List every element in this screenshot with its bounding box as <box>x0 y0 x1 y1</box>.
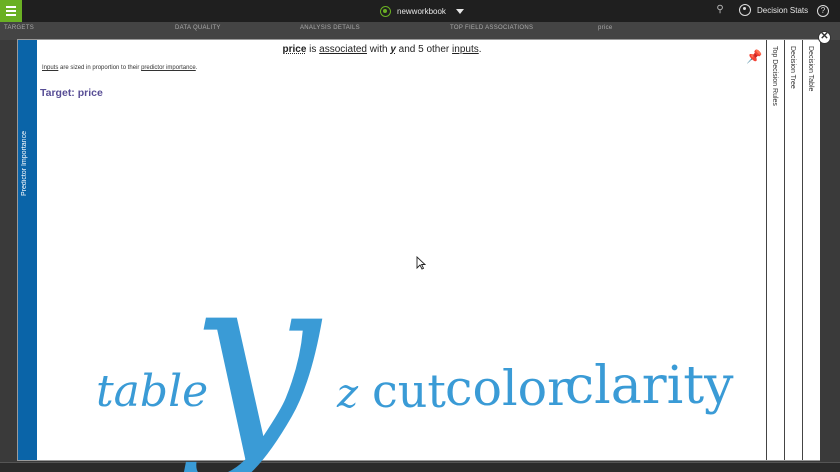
tab-label: Top Decision Rules <box>771 46 778 106</box>
workbook-name: newworkbook <box>397 6 446 16</box>
predictor-importance-modal: Predictor Importance price is associated… <box>17 39 821 472</box>
note-text: are sized in proportion to their <box>58 65 142 71</box>
headline-target-link[interactable]: price <box>282 44 306 55</box>
workbook-icon <box>380 5 391 17</box>
user-avatar-icon <box>739 4 751 16</box>
word-clarity[interactable]: clarity <box>565 360 734 412</box>
background-tile-top-field-associations: TOP FIELD ASSOCIATIONS <box>450 25 534 31</box>
predictor-importance-link[interactable]: predictor importance <box>141 65 196 71</box>
workbook-selector[interactable]: newworkbook <box>380 4 464 18</box>
background-bottom-strip <box>0 462 840 472</box>
app-top-bar: newworkbook ⚲ Decision Stats ? <box>0 0 840 22</box>
headline-text: with <box>366 44 391 55</box>
pin-icon[interactable]: 📌 <box>746 49 762 65</box>
background-tile-price: price <box>598 25 613 31</box>
tab-label: Decision Tree <box>789 46 796 89</box>
chevron-down-icon[interactable] <box>455 8 464 14</box>
background-tile-targets: TARGETS <box>4 25 34 31</box>
user-name: Decision Stats <box>757 5 809 15</box>
word-cut[interactable]: cut <box>372 368 446 414</box>
background-panel-strip <box>0 22 840 40</box>
tab-decision-table[interactable]: Decision Table <box>802 40 820 460</box>
predictor-importance-tab-label: Predictor Importance <box>21 131 28 196</box>
hamburger-menu-icon[interactable] <box>0 0 22 22</box>
word-z[interactable]: z <box>337 374 358 414</box>
headline-inputs-link[interactable]: inputs <box>452 44 479 55</box>
inputs-link[interactable]: Inputs <box>42 65 58 71</box>
headline-associated-link[interactable]: associated <box>319 44 367 55</box>
help-icon[interactable]: ? <box>817 5 829 17</box>
word-y[interactable]: y <box>190 244 320 472</box>
size-explanation-note: Inputs are sized in proportion to their … <box>42 65 197 71</box>
pin-icon[interactable]: ⚲ <box>714 4 726 18</box>
association-headline: price is associated with y and 5 other i… <box>118 44 646 55</box>
word-color[interactable]: color <box>445 364 571 413</box>
headline-text: and 5 other <box>395 44 453 55</box>
right-tab-strip: Top Decision Rules Decision Tree Decisio… <box>766 40 821 460</box>
headline-text: is <box>306 44 320 55</box>
tab-decision-tree[interactable]: Decision Tree <box>784 40 802 460</box>
headline-text: . <box>478 44 482 55</box>
predictor-importance-tab[interactable]: Predictor Importance <box>18 40 37 460</box>
user-menu[interactable]: Decision Stats <box>739 4 808 16</box>
close-modal-icon[interactable]: ✕ <box>818 31 831 44</box>
background-tile-data-quality: DATA QUALITY <box>175 25 221 31</box>
predictor-word-cloud: table y z cut color clarity <box>40 96 765 472</box>
note-text: . <box>195 65 198 71</box>
tab-label: Decision Table <box>807 46 814 92</box>
background-tile-analysis-details: ANALYSIS DETAILS <box>300 25 360 31</box>
tab-top-decision-rules[interactable]: Top Decision Rules <box>766 40 784 460</box>
